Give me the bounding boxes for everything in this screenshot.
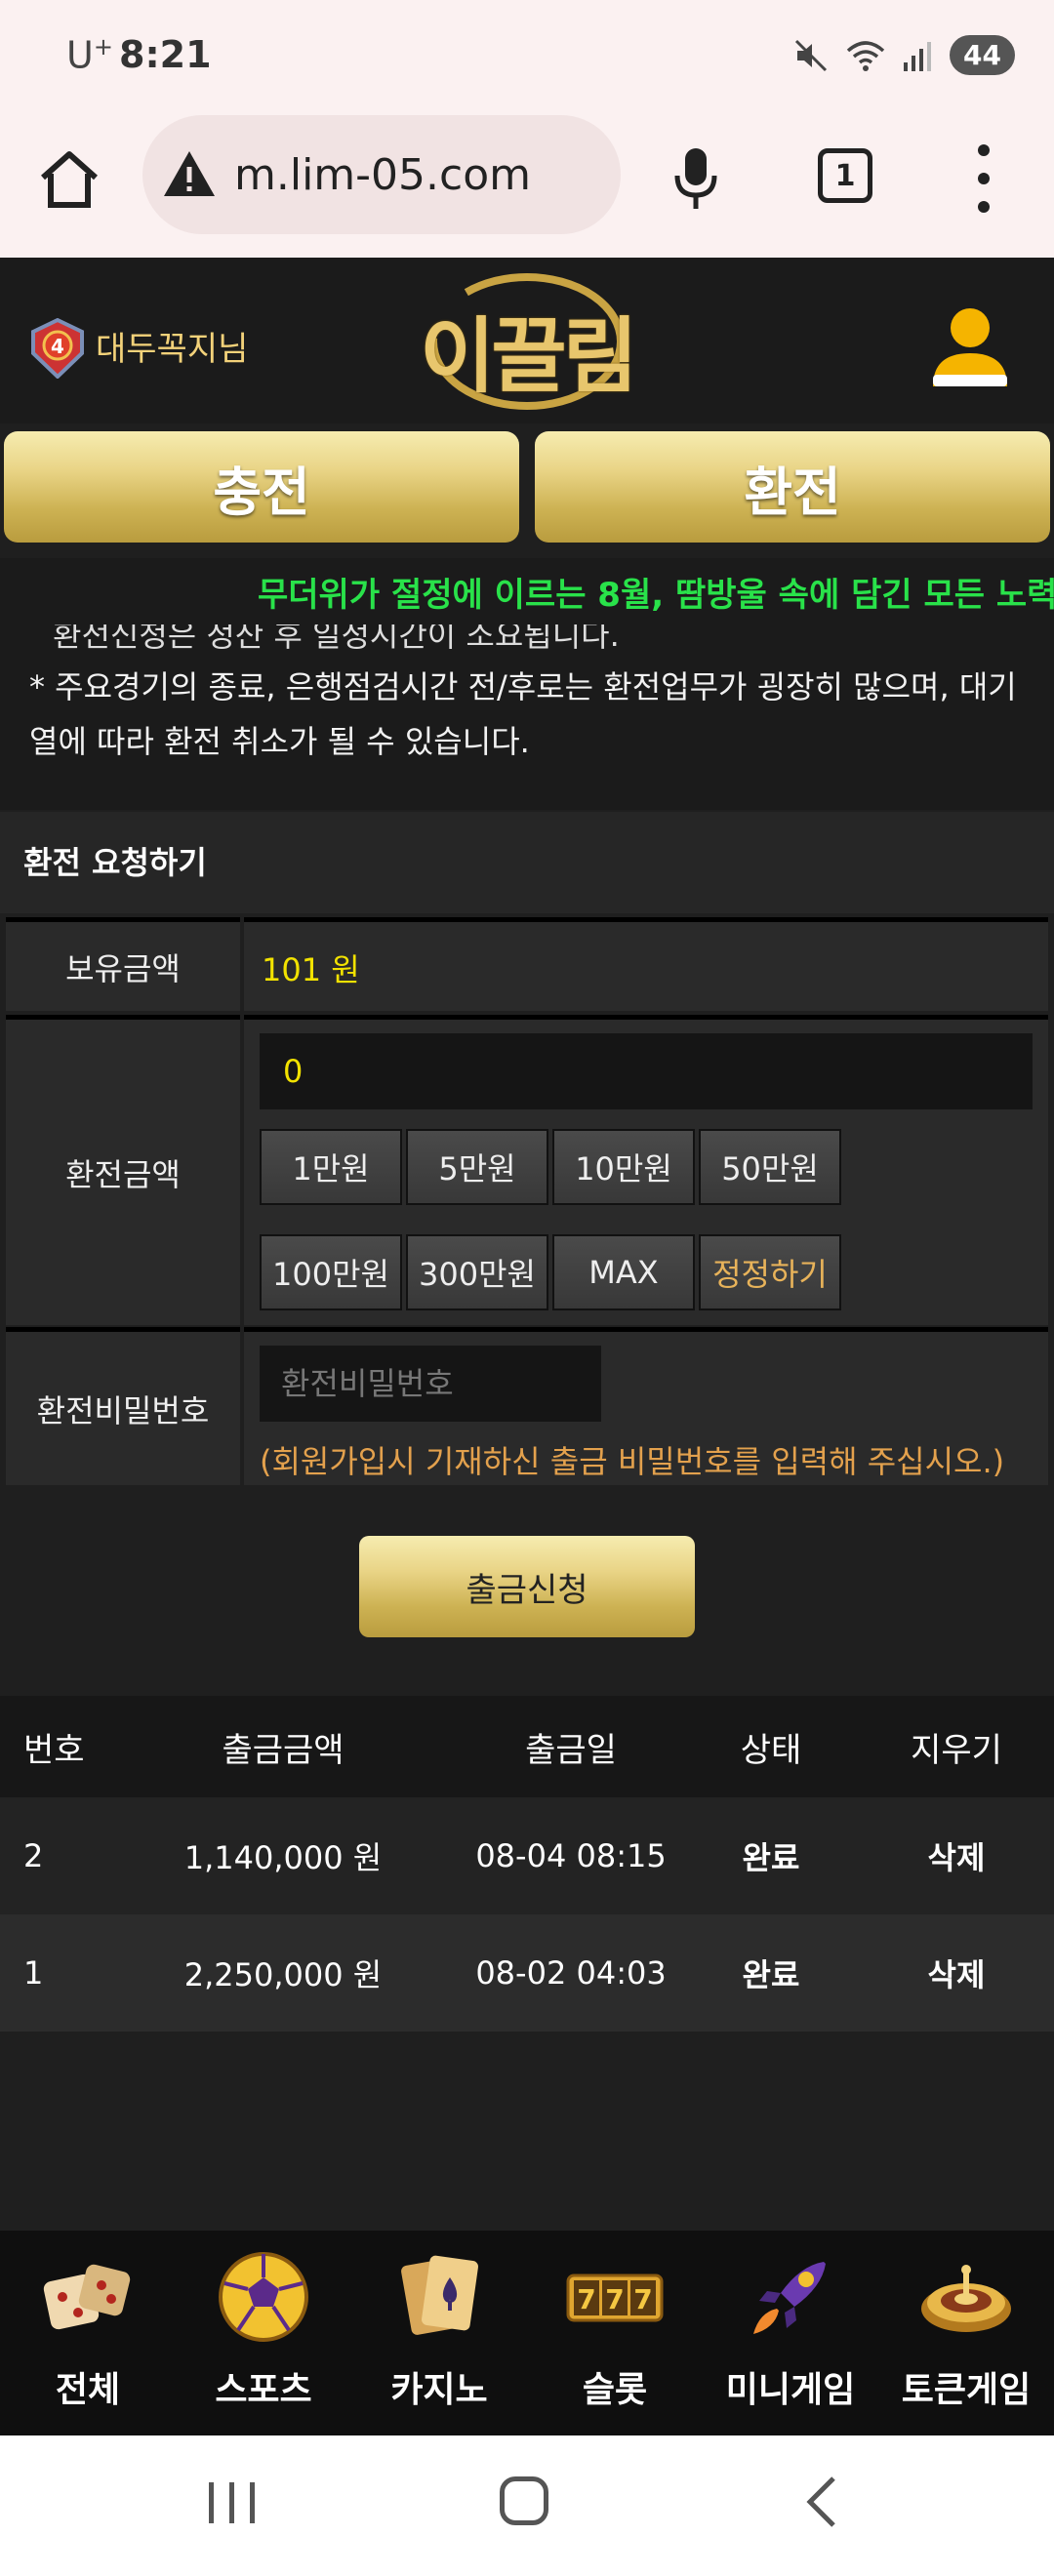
balance-value: 101 원 (262, 951, 360, 988)
rank-badge-icon: 4 (31, 318, 84, 379)
nav-item-all[interactable]: 전체 (0, 2231, 176, 2435)
amount-label: 환전금액 (6, 1015, 240, 1325)
row-date: 08-02 04:03 (475, 1954, 667, 1992)
nav-item-token-game[interactable]: 토큰게임 (878, 2231, 1054, 2435)
notice-cut-line: 환전신청은 정산 후 일정시간이 소요됩니다. (53, 624, 620, 654)
nav-item-minigame[interactable]: 미니게임 (703, 2231, 878, 2435)
table-row: 1 2,250,000 원 08-02 04:03 완료 삭제 (0, 1914, 1054, 2032)
amount-10k-button[interactable]: 1만원 (260, 1129, 402, 1205)
back-icon[interactable] (802, 2475, 841, 2529)
amount-1m-button[interactable]: 100만원 (260, 1234, 402, 1310)
svg-text:4: 4 (51, 335, 64, 358)
amount-3m-button[interactable]: 300만원 (406, 1234, 548, 1310)
amount-500k-button[interactable]: 50만원 (699, 1129, 841, 1205)
microphone-icon[interactable] (671, 146, 720, 211)
rocket-icon (753, 2262, 826, 2334)
soccer-ball-icon (219, 2252, 308, 2342)
header-status: 상태 (740, 1730, 802, 1770)
password-hint: (회원가입시 기재하신 출금 비밀번호를 입력해 주십시오.) (260, 1443, 1005, 1480)
password-label: 환전비밀번호 (6, 1327, 240, 1485)
exchange-button[interactable]: 환전 (535, 431, 1050, 543)
history-table-header: 번호 출금금액 출금일 상태 지우기 (0, 1696, 1054, 1797)
wifi-icon (846, 40, 885, 71)
header-date: 출금일 (525, 1730, 617, 1770)
system-home-icon[interactable] (500, 2476, 548, 2525)
withdraw-submit-button[interactable]: 출금신청 (359, 1536, 695, 1637)
slot-777-icon: 777 (566, 2274, 664, 2322)
home-icon[interactable] (37, 146, 101, 211)
nav-label: 미니게임 (725, 2370, 856, 2410)
charge-button[interactable]: 충전 (4, 431, 519, 543)
amount-max-button[interactable]: MAX (552, 1234, 695, 1310)
address-bar[interactable]: m.lim-05.com (142, 115, 621, 234)
header-number: 번호 (23, 1730, 85, 1770)
svg-text:7: 7 (605, 2283, 624, 2315)
row-number: 1 (23, 1954, 44, 1992)
row-number: 2 (23, 1837, 44, 1874)
dice-icon (43, 2264, 131, 2330)
password-input[interactable] (260, 1346, 601, 1422)
recent-apps-icon[interactable] (205, 2478, 260, 2527)
nav-label: 슬롯 (582, 2370, 648, 2410)
carrier-label: U+ (66, 33, 113, 77)
amount-100k-button[interactable]: 10만원 (552, 1129, 695, 1205)
cards-icon (401, 2255, 478, 2335)
tab-switcher-button[interactable]: 1 (818, 148, 872, 203)
nav-label: 토큰게임 (901, 2370, 1032, 2410)
system-navigation-bar (0, 2435, 1054, 2576)
header-amount: 출금금액 (222, 1730, 345, 1770)
balance-cell: 101 원 (244, 917, 1048, 1011)
notice-text: * 주요경기의 종료, 은행점검시간 전/후로는 환전업무가 굉장히 많으며, … (29, 668, 1017, 760)
svg-text:7: 7 (633, 2283, 652, 2315)
amount-50k-button[interactable]: 5만원 (406, 1129, 548, 1205)
nav-item-casino[interactable]: 카지노 (351, 2231, 527, 2435)
row-amount: 1,140,000 원 (183, 1839, 383, 1876)
notice-ticker: 무더위가 절정에 이르는 8월, 땀방울 속에 담긴 모든 노력 (0, 558, 1054, 624)
row-date: 08-04 08:15 (475, 1837, 667, 1874)
row-delete-button[interactable]: 삭제 (878, 1797, 1034, 1914)
row-delete-button[interactable]: 삭제 (878, 1914, 1034, 2032)
row-status: 완료 (742, 1956, 800, 1993)
nav-label: 카지노 (390, 2370, 488, 2410)
svg-text:7: 7 (577, 2283, 595, 2315)
nav-label: 전체 (55, 2370, 121, 2410)
status-icons: 44 (793, 35, 1015, 75)
header-delete: 지우기 (911, 1730, 1002, 1770)
user-profile-icon[interactable] (929, 304, 1011, 390)
amount-input[interactable] (260, 1033, 1033, 1109)
bottom-navigation: 전체 스포츠 카지노 777 슬롯 미니게임 토큰게임 (0, 2231, 1054, 2435)
site-header: 4 대두꼭지님 이끌림 (0, 258, 1054, 423)
nav-item-sports[interactable]: 스포츠 (176, 2231, 351, 2435)
site-logo[interactable]: 이끌림 (420, 267, 638, 414)
amount-reset-button[interactable]: 정정하기 (699, 1234, 841, 1310)
url-text[interactable]: m.lim-05.com (234, 150, 531, 200)
amount-cell: 1만원 5만원 10만원 50만원 100만원 300만원 MAX 정정하기 (244, 1015, 1048, 1325)
browser-toolbar: m.lim-05.com 1 (0, 109, 1054, 258)
nav-label: 스포츠 (215, 2370, 312, 2410)
nav-item-slot[interactable]: 777 슬롯 (527, 2231, 703, 2435)
table-row: 2 1,140,000 원 08-04 08:15 완료 삭제 (0, 1797, 1054, 1914)
logo-text: 이끌림 (420, 308, 638, 404)
warning-icon[interactable] (162, 147, 217, 202)
user-nickname[interactable]: 대두꼭지님 (96, 322, 248, 370)
exchange-notice: 환전신청은 정산 후 일정시간이 소요됩니다. * 주요경기의 종료, 은행점검… (0, 624, 1054, 810)
section-title: 환전 요청하기 (0, 812, 1054, 913)
signal-icon (904, 41, 932, 71)
mute-icon (794, 39, 828, 71)
browser-menu-button[interactable] (972, 144, 995, 213)
balance-label: 보유금액 (6, 917, 240, 1011)
row-amount: 2,250,000 원 (183, 1956, 383, 1993)
battery-indicator: 44 (950, 35, 1015, 75)
status-bar: U+ 8:21 44 (0, 0, 1054, 109)
row-status: 완료 (742, 1839, 800, 1876)
roulette-icon (921, 2265, 1011, 2332)
ticker-text: 무더위가 절정에 이르는 8월, 땀방울 속에 담긴 모든 노력 (258, 576, 1054, 615)
clock: 8:21 (119, 33, 212, 76)
password-cell: (회원가입시 기재하신 출금 비밀번호를 입력해 주십시오.) (244, 1327, 1048, 1485)
